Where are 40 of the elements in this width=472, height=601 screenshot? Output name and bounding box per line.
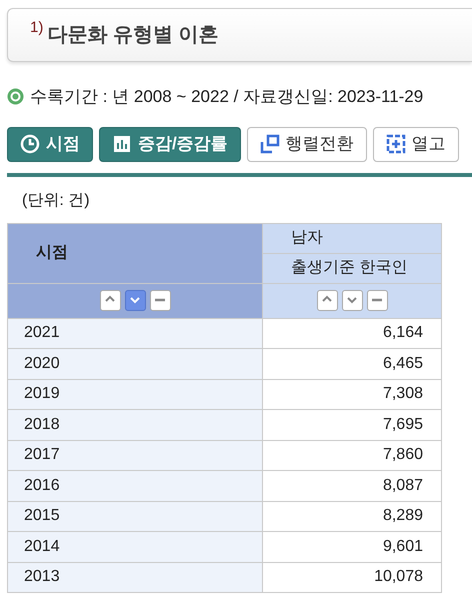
unit-label: (단위: 건) [22,190,90,210]
clock-icon [20,134,40,154]
bar-chart-icon [112,134,132,154]
value-cell: 9,601 [262,532,442,562]
sort-none-button[interactable] [366,290,388,311]
value-cell: 8,289 [262,501,442,532]
sort-down-button[interactable] [342,290,362,311]
year-cell: 2020 [8,348,262,379]
toolbar-button[interactable]: 열고 [372,126,459,162]
bullet-icon [7,88,24,106]
sort-up-button[interactable] [316,290,338,311]
toolbar-button[interactable]: 행렬전환 [246,126,367,162]
expand-plus-icon [386,134,406,154]
year-cell: 2013 [8,562,262,592]
year-cell: 2019 [8,379,262,410]
period-info: 수록기간 : 년 2008 ~ 2022 / 자료갱신일: 2023-11-29 [30,86,424,108]
swap-squares-icon [260,134,280,154]
sort-down-button[interactable] [124,290,146,311]
value-cell: 7,308 [262,379,442,410]
year-cell: 2021 [8,318,262,348]
toolbar-button[interactable]: 증감/증감률 [99,126,241,162]
footnote-mark: 1) [30,18,44,38]
value-cell: 10,078 [262,562,442,592]
row-header: 시점 [8,223,262,283]
sort-none-button[interactable] [150,290,170,311]
page-title: 다문화 유형별 이혼 [47,23,218,48]
year-cell: 2014 [8,532,262,562]
value-cell: 6,465 [262,348,442,379]
year-cell: 2016 [8,470,262,501]
year-cell: 2018 [8,410,262,440]
sort-up-button[interactable] [100,290,120,311]
column-subheader: 출생기준 한국인 [262,253,442,283]
toolbar-button[interactable]: 시점 [7,126,93,162]
year-cell: 2017 [8,440,262,470]
value-cell: 6,164 [262,318,442,348]
year-cell: 2015 [8,501,262,532]
value-cell: 7,860 [262,440,442,470]
value-cell: 7,695 [262,410,442,440]
column-header: 남자 [262,223,442,253]
value-cell: 8,087 [262,470,442,501]
